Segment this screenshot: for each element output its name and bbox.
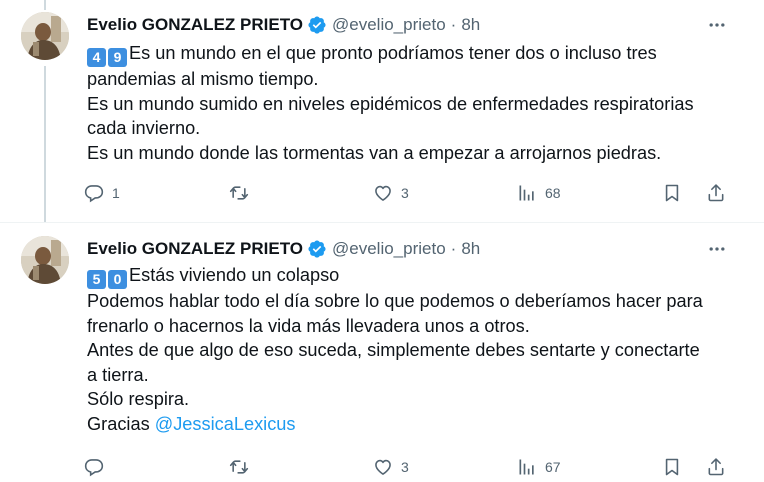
retweet-icon <box>229 186 249 200</box>
bookmark-icon <box>665 458 679 476</box>
reply-button[interactable] <box>84 453 112 481</box>
tweet-line: 5 0 Estás viviendo un colapso <box>87 263 746 289</box>
separator-dot: · <box>450 15 457 34</box>
share-icon <box>708 184 724 202</box>
avatar-image <box>21 12 69 60</box>
tweet-line: Gracias @JessicaLexicus <box>87 412 746 437</box>
reply-icon <box>84 459 104 477</box>
like-button[interactable]: 3 <box>373 453 409 481</box>
tweet[interactable]: Evelio GONZALEZ PRIETO @evelio_prieto · … <box>0 0 764 222</box>
tweet-thread: Evelio GONZALEZ PRIETO @evelio_prieto · … <box>0 0 764 482</box>
verified-badge-icon <box>308 16 326 34</box>
share-icon <box>708 458 724 476</box>
views-bar-chart-icon <box>519 459 534 475</box>
like-count: 3 <box>401 459 409 475</box>
tweet-line-text: Es un mundo en el que pronto podríamos t… <box>129 43 657 63</box>
thread-connector <box>44 66 46 222</box>
author-handle[interactable]: @evelio_prieto <box>332 239 446 259</box>
view-count: 67 <box>545 459 561 475</box>
thread-connector <box>44 0 46 10</box>
keycap-digit-emoji: 4 <box>87 48 106 67</box>
tweet-text: 5 0 Estás viviendo un colapso Podemos habl… <box>87 263 746 437</box>
timestamp[interactable]: 8h <box>461 15 480 35</box>
tweet-line-text: Gracias <box>87 413 150 434</box>
heart-icon <box>375 185 391 201</box>
tweet-line-text: Estás viviendo un colapso <box>129 265 340 285</box>
reply-icon <box>84 185 104 203</box>
author-handle[interactable]: @evelio_prieto <box>332 15 446 35</box>
timestamp[interactable]: 8h <box>461 239 480 259</box>
tweet-line: Es un mundo sumido en niveles epidémicos… <box>87 93 694 114</box>
like-count: 3 <box>401 185 409 201</box>
author-name[interactable]: Evelio GONZALEZ PRIETO <box>87 15 303 35</box>
tweet-line: cada invierno. <box>87 118 201 139</box>
more-horizontal-icon[interactable] <box>704 12 730 38</box>
tweet-header: Evelio GONZALEZ PRIETO @evelio_prieto · … <box>87 238 744 260</box>
view-count: 68 <box>545 185 561 201</box>
bookmark-button[interactable] <box>662 179 682 207</box>
keycap-digit-emoji: 9 <box>108 48 127 67</box>
share-button[interactable] <box>706 453 726 481</box>
tweet-text: 4 9 Es un mundo en el que pronto podríamos… <box>87 41 746 165</box>
tweet-actions: 1 3 68 <box>84 179 746 207</box>
tweet-header: Evelio GONZALEZ PRIETO @evelio_prieto · … <box>87 14 744 36</box>
views-button[interactable]: 68 <box>517 179 561 207</box>
tweet-line: Antes de que algo de eso suceda, simplem… <box>87 340 700 361</box>
retweet-icon <box>229 460 249 474</box>
views-bar-chart-icon <box>519 185 534 201</box>
avatar-image <box>21 236 69 284</box>
reply-count: 1 <box>112 185 120 201</box>
views-button[interactable]: 67 <box>517 453 561 481</box>
tweet-line: frenarlo o hacernos la vida más llevader… <box>87 315 530 336</box>
tweet-line: Sólo respira. <box>87 389 190 410</box>
bookmark-icon <box>665 184 679 202</box>
avatar[interactable] <box>21 236 69 284</box>
retweet-button[interactable] <box>229 453 257 481</box>
tweet-line: a tierra. <box>87 364 149 385</box>
verified-badge-icon <box>308 240 326 258</box>
heart-icon <box>375 459 391 475</box>
mention-link[interactable]: @JessicaLexicus <box>155 414 296 434</box>
keycap-digit-emoji: 5 <box>87 270 106 289</box>
tweet[interactable]: Evelio GONZALEZ PRIETO @evelio_prieto · … <box>0 222 764 482</box>
reply-button[interactable]: 1 <box>84 179 120 207</box>
keycap-digit-emoji: 0 <box>108 270 127 289</box>
bookmark-button[interactable] <box>662 453 682 481</box>
avatar[interactable] <box>21 12 69 60</box>
separator-dot: · <box>450 239 457 258</box>
more-horizontal-icon[interactable] <box>704 236 730 262</box>
like-button[interactable]: 3 <box>373 179 409 207</box>
tweet-line: 4 9 Es un mundo en el que pronto podríamos… <box>87 41 746 67</box>
tweet-line: Podemos hablar todo el día sobre lo que … <box>87 291 703 311</box>
tweet-line: pandemias al mismo tiempo. <box>87 69 319 89</box>
tweet-actions: 3 67 <box>84 453 746 481</box>
author-name[interactable]: Evelio GONZALEZ PRIETO <box>87 239 303 259</box>
share-button[interactable] <box>706 179 726 207</box>
retweet-button[interactable] <box>229 179 257 207</box>
tweet-line: Es un mundo donde las tormentas van a em… <box>87 142 662 163</box>
